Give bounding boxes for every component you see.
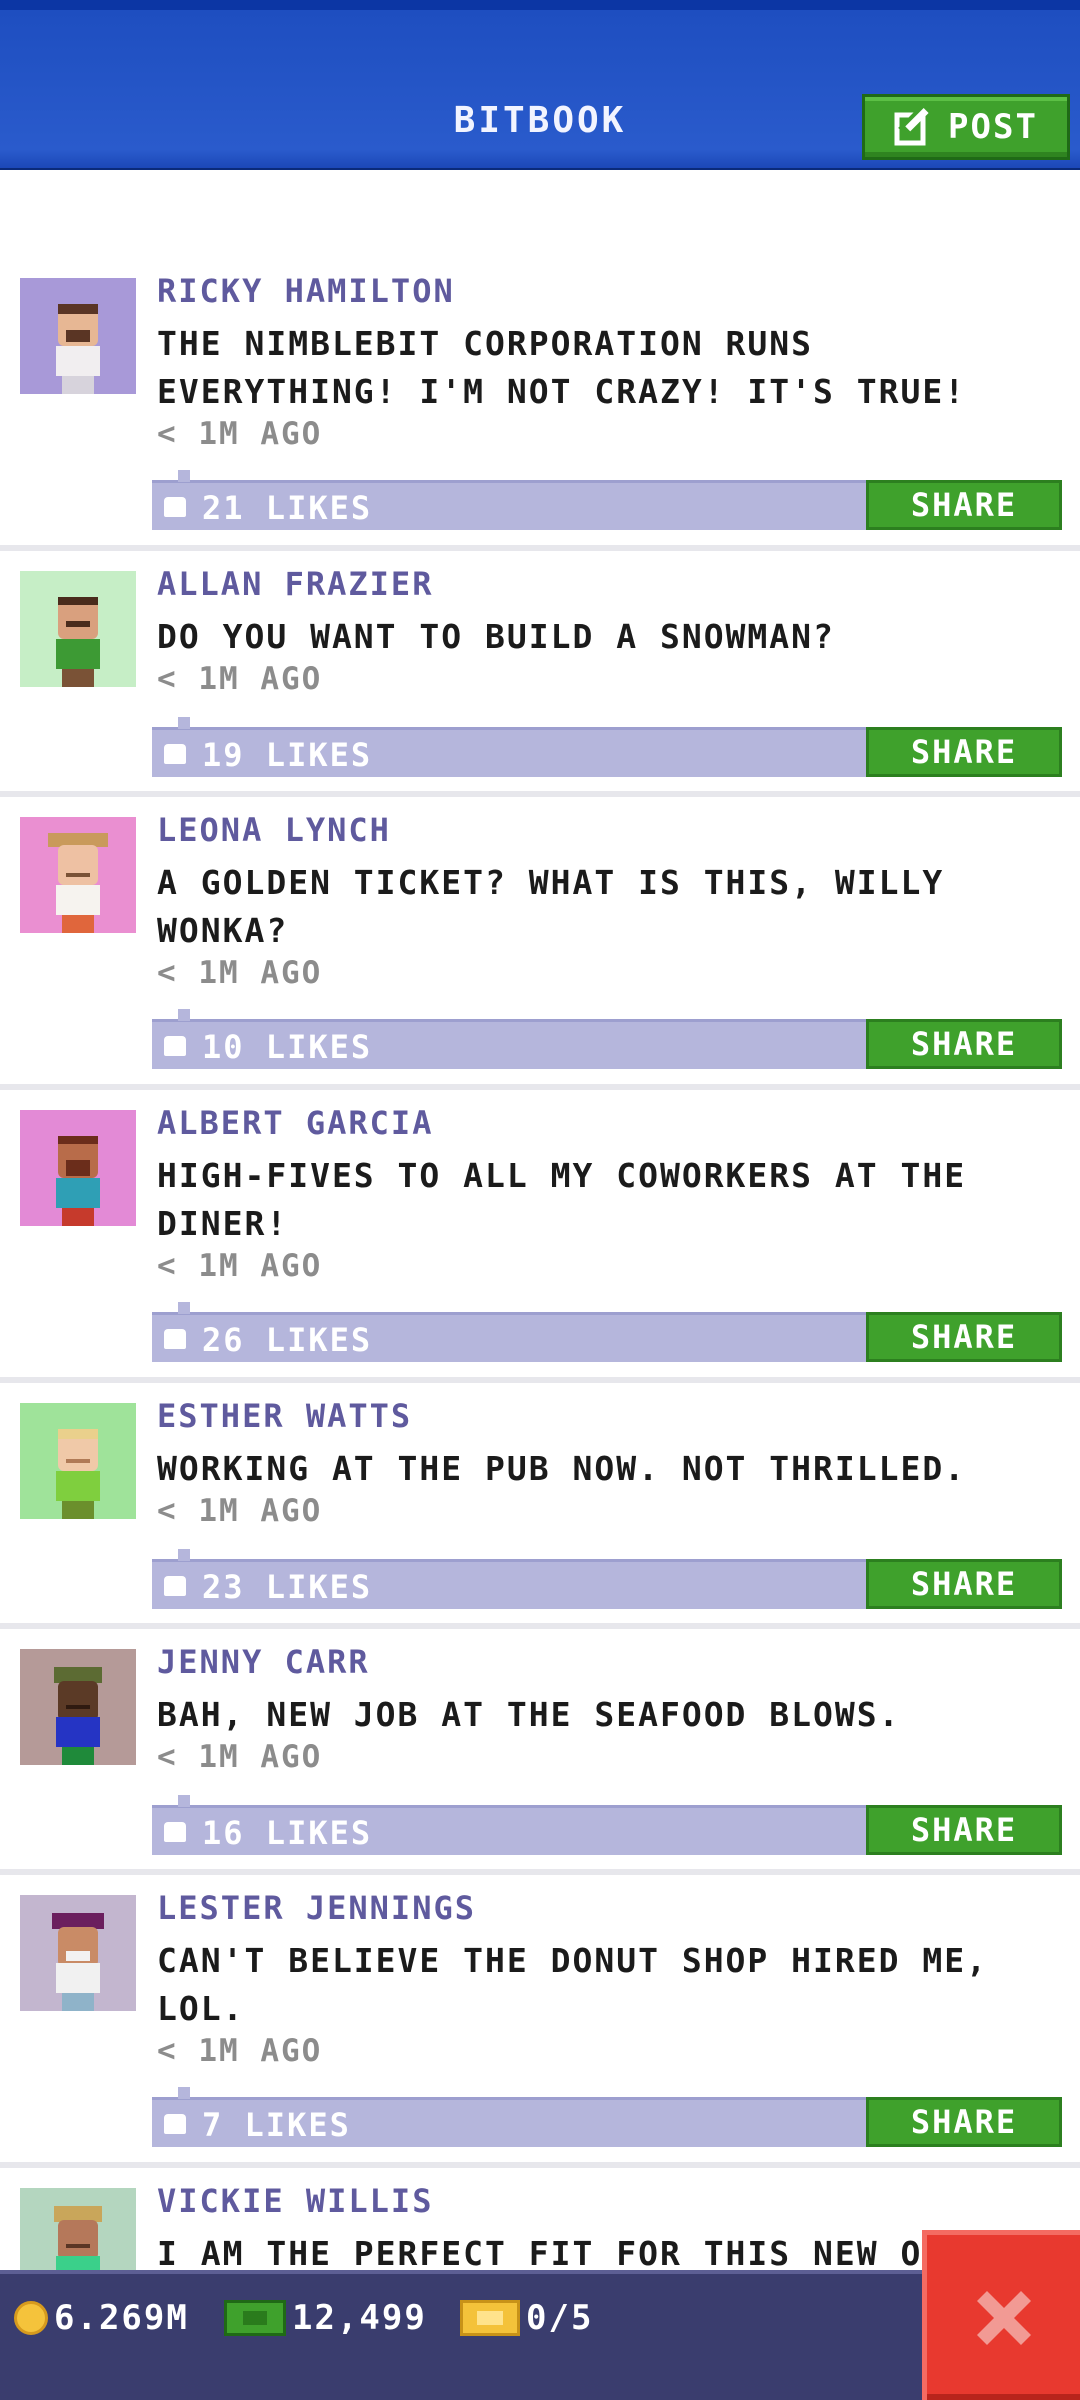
- post-author[interactable]: ESTHER WATTS: [157, 1397, 412, 1435]
- post-text-line: HIGH-FIVES TO ALL MY COWORKERS AT THE: [157, 1156, 967, 1195]
- post-author[interactable]: VICKIE WILLIS: [157, 2182, 433, 2220]
- coin-icon: [14, 2301, 48, 2335]
- post-text: WORKING AT THE PUB NOW. NOT THRILLED.: [157, 1445, 1057, 1493]
- post-text-line: THE NIMBLEBIT CORPORATION RUNS: [157, 324, 814, 363]
- close-icon: [976, 2290, 1031, 2345]
- post-timestamp: < 1M AGO: [157, 1248, 323, 1284]
- avatar[interactable]: [20, 1403, 136, 1519]
- coins-value: 6.269M: [54, 2298, 189, 2338]
- post-text: HIGH-FIVES TO ALL MY COWORKERS AT THE DI…: [157, 1152, 1057, 1248]
- thumbs-up-icon[interactable]: [164, 1329, 186, 1349]
- avatar[interactable]: [20, 278, 136, 394]
- feed-post: ALBERT GARCIA HIGH-FIVES TO ALL MY COWOR…: [0, 1090, 1080, 1383]
- likes-bar: 19 LIKES SHARE: [152, 717, 1062, 777]
- share-button[interactable]: SHARE: [866, 727, 1062, 777]
- likes-bar: 16 LIKES SHARE: [152, 1795, 1062, 1855]
- post-text: CAN'T BELIEVE THE DONUT SHOP HIRED ME, L…: [157, 1937, 1057, 2033]
- post-text-line: LOL.: [157, 1989, 245, 2028]
- post-author[interactable]: LESTER JENNINGS: [157, 1889, 476, 1927]
- bux-stat[interactable]: 12,499: [224, 2298, 427, 2338]
- thumbs-up-icon[interactable]: [164, 497, 186, 517]
- golden-ticket-icon: [460, 2300, 520, 2336]
- post-timestamp: < 1M AGO: [157, 955, 323, 991]
- share-button[interactable]: SHARE: [866, 2097, 1062, 2147]
- post-text: THE NIMBLEBIT CORPORATION RUNS EVERYTHIN…: [157, 320, 1057, 416]
- post-author[interactable]: ALBERT GARCIA: [157, 1104, 433, 1142]
- status-bar: 6.269M 12,499 0/5: [0, 2270, 1080, 2400]
- app-header: BITBOOK POST: [0, 0, 1080, 170]
- likes-bar: 23 LIKES SHARE: [152, 1549, 1062, 1609]
- avatar[interactable]: [20, 1110, 136, 1226]
- likes-bar: 21 LIKES SHARE: [152, 470, 1062, 530]
- post-text-line: WONKA?: [157, 911, 289, 950]
- thumbs-up-icon[interactable]: [164, 1576, 186, 1596]
- feed-post: LEONA LYNCH A GOLDEN TICKET? WHAT IS THI…: [0, 797, 1080, 1090]
- likes-count: 19 LIKES: [202, 736, 373, 774]
- post-text: A GOLDEN TICKET? WHAT IS THIS, WILLY WON…: [157, 859, 1057, 955]
- share-button[interactable]: SHARE: [866, 480, 1062, 530]
- likes-count: 26 LIKES: [202, 1321, 373, 1359]
- share-button[interactable]: SHARE: [866, 1559, 1062, 1609]
- thumbs-up-icon[interactable]: [164, 1036, 186, 1056]
- tickets-stat[interactable]: 0/5: [460, 2298, 593, 2338]
- thumbs-up-icon[interactable]: [164, 2114, 186, 2134]
- likes-bar: 10 LIKES SHARE: [152, 1009, 1062, 1069]
- bux-icon: [224, 2300, 286, 2336]
- post-text-line: A GOLDEN TICKET? WHAT IS THIS, WILLY: [157, 863, 945, 902]
- feed-post: ESTHER WATTS WORKING AT THE PUB NOW. NOT…: [0, 1383, 1080, 1629]
- post-author[interactable]: ALLAN FRAZIER: [157, 565, 433, 603]
- feed-post: ALLAN FRAZIER DO YOU WANT TO BUILD A SNO…: [0, 551, 1080, 797]
- share-button[interactable]: SHARE: [866, 1805, 1062, 1855]
- post-text-line: CAN'T BELIEVE THE DONUT SHOP HIRED ME,: [157, 1941, 988, 1980]
- post-timestamp: < 1M AGO: [157, 661, 323, 697]
- post-author[interactable]: JENNY CARR: [157, 1643, 370, 1681]
- post-author[interactable]: RICKY HAMILTON: [157, 272, 455, 310]
- post-timestamp: < 1M AGO: [157, 416, 323, 452]
- feed-post: RICKY HAMILTON THE NIMBLEBIT CORPORATION…: [0, 258, 1080, 551]
- likes-bar: 7 LIKES SHARE: [152, 2087, 1062, 2147]
- post-text-line: DINER!: [157, 1204, 289, 1243]
- close-button[interactable]: [922, 2230, 1080, 2400]
- coins-stat[interactable]: 6.269M: [14, 2298, 189, 2338]
- feed-post: LESTER JENNINGS CAN'T BELIEVE THE DONUT …: [0, 1875, 1080, 2168]
- edit-icon: [894, 107, 929, 146]
- post-button-label: POST: [948, 107, 1038, 147]
- likes-bar: 26 LIKES SHARE: [152, 1302, 1062, 1362]
- share-button[interactable]: SHARE: [866, 1312, 1062, 1362]
- bux-value: 12,499: [292, 2298, 427, 2338]
- thumbs-up-icon[interactable]: [164, 744, 186, 764]
- post-button[interactable]: POST: [862, 94, 1070, 160]
- post-text-line: BAH, NEW JOB AT THE SEAFOOD BLOWS.: [157, 1695, 901, 1734]
- post-text-line: DO YOU WANT TO BUILD A SNOWMAN?: [157, 617, 835, 656]
- thumbs-up-icon[interactable]: [164, 1822, 186, 1842]
- likes-count: 21 LIKES: [202, 489, 373, 527]
- post-text: BAH, NEW JOB AT THE SEAFOOD BLOWS.: [157, 1691, 1057, 1739]
- post-text: DO YOU WANT TO BUILD A SNOWMAN?: [157, 613, 1057, 661]
- likes-count: 7 LIKES: [202, 2106, 351, 2144]
- tickets-value: 0/5: [526, 2298, 594, 2338]
- post-timestamp: < 1M AGO: [157, 1739, 323, 1775]
- post-timestamp: < 1M AGO: [157, 2033, 323, 2069]
- avatar[interactable]: [20, 1895, 136, 2011]
- likes-count: 10 LIKES: [202, 1028, 373, 1066]
- avatar[interactable]: [20, 571, 136, 687]
- likes-count: 23 LIKES: [202, 1568, 373, 1606]
- post-text-line: EVERYTHING! I'M NOT CRAZY! IT'S TRUE!: [157, 372, 967, 411]
- avatar[interactable]: [20, 817, 136, 933]
- likes-count: 16 LIKES: [202, 1814, 373, 1852]
- post-author[interactable]: LEONA LYNCH: [157, 811, 391, 849]
- feed-post: JENNY CARR BAH, NEW JOB AT THE SEAFOOD B…: [0, 1629, 1080, 1875]
- post-text-line: WORKING AT THE PUB NOW. NOT THRILLED.: [157, 1449, 967, 1488]
- post-timestamp: < 1M AGO: [157, 1493, 323, 1529]
- feed-list[interactable]: RICKY HAMILTON THE NIMBLEBIT CORPORATION…: [0, 258, 1080, 2400]
- avatar[interactable]: [20, 1649, 136, 1765]
- share-button[interactable]: SHARE: [866, 1019, 1062, 1069]
